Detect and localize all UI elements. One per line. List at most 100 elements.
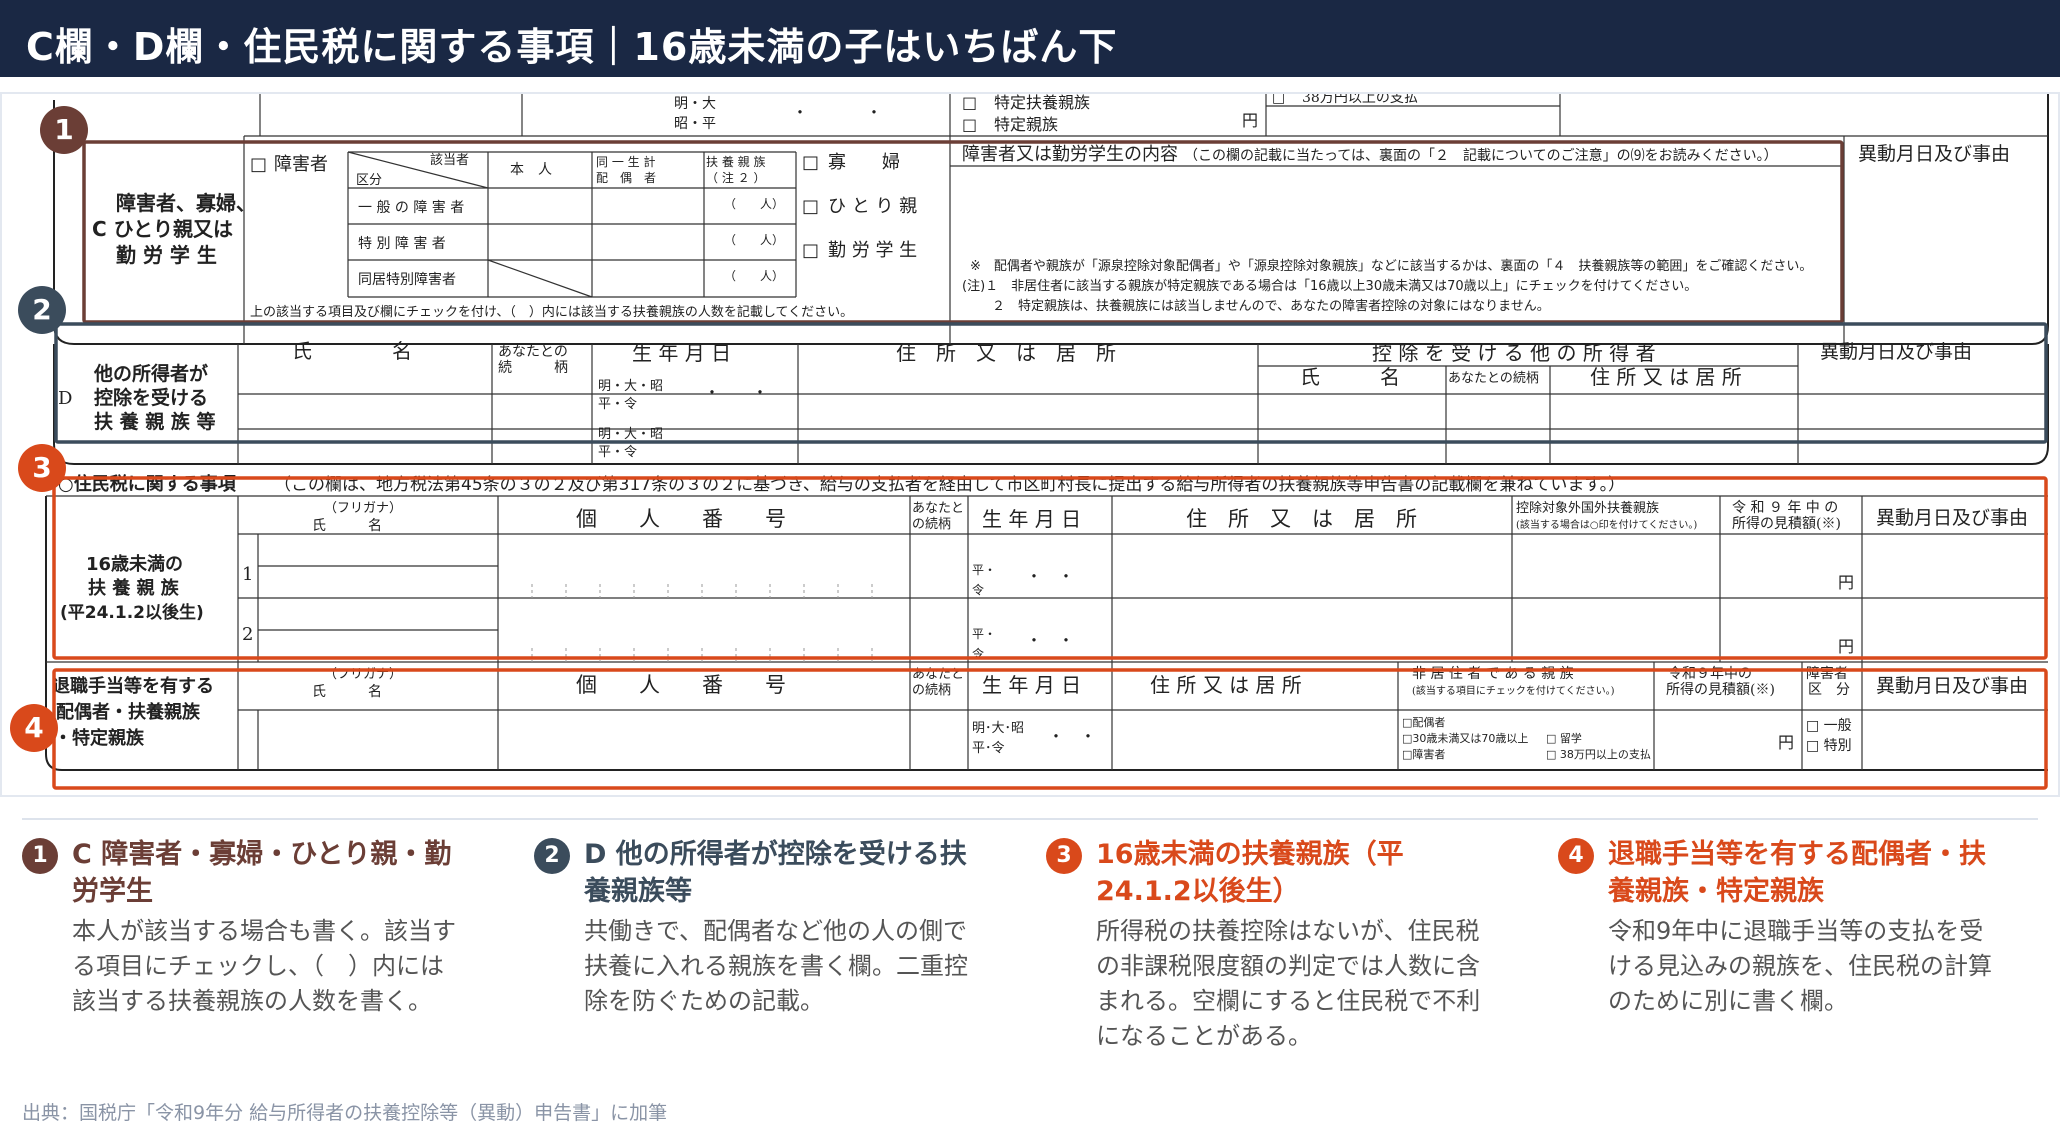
page-title: C欄・D欄・住民税に関する事項｜16歳未満の子はいちばん下 <box>26 25 1118 69</box>
c-check-kinro: 勤 労 学 生 <box>828 240 917 261</box>
note-3-heading: 16歳未満の扶養親族（平24.1.2以後生） <box>1096 839 1404 907</box>
u16-foreign-2: (該当する場合は○印を付けてください。) <box>1516 518 1697 531</box>
u16-yen-2: 円 <box>1838 637 1854 656</box>
d-other-head: 控 除 を 受 け る 他 の 所 得 者 <box>1372 341 1656 365</box>
d-other-rel: あなたとの続柄 <box>1448 371 1539 386</box>
c-check-hitori-box[interactable]: □ <box>802 196 819 217</box>
d-col-rel-1: あなたとの <box>498 344 568 360</box>
d-side-label-2: 控除を受ける <box>94 386 208 409</box>
digit-guides <box>531 584 873 662</box>
d-col-birth: 生 年 月 日 <box>632 341 731 365</box>
ret-era-b: 平･令 <box>972 741 1005 756</box>
u16-era-2a: 平・ <box>972 627 996 641</box>
u16-side-label-3: (平24.1.2以後生) <box>60 602 204 623</box>
u16-income-2: 所得の見積額(※) <box>1732 515 1841 532</box>
d-col-rel-2: 続 柄 <box>498 359 568 376</box>
top-check-3: □ <box>1272 94 1285 106</box>
ret-opt-study[interactable]: □ 留学 <box>1546 731 1582 745</box>
ret-dis-2: 区 分 <box>1808 682 1850 698</box>
c-note-1: (注)１ 非居住者に該当する親族が特定親族である場合は「16歳以上30歳未満又は… <box>962 278 1697 294</box>
c-col-haigu-1: 同 一 生 計 <box>596 154 655 169</box>
c-col-haigu-2: 配 偶 者 <box>596 171 656 185</box>
note-2: 2 D 他の所得者が控除を受ける扶養親族等 共働きで、配偶者など他の人の側で扶養… <box>534 836 974 1019</box>
ret-opt-age[interactable]: □30歳未満又は70歳以上 <box>1402 732 1528 745</box>
c-head-gaito: 該当者 <box>430 152 469 168</box>
note-2-heading: D 他の所得者が控除を受ける扶養親族等 <box>584 839 967 907</box>
ret-ippan[interactable]: □ 一般 <box>1806 718 1852 734</box>
ret-birth: 生 年 月 日 <box>982 673 1081 697</box>
ret-opt-spouse[interactable]: □配偶者 <box>1402 716 1445 729</box>
divider <box>22 818 2038 820</box>
top-tokutei-2: 特定親族 <box>994 115 1058 134</box>
c-note-2: ２ 特定親族は、扶養親族には該当しませんので、あなたの障害者控除の対象にはなりま… <box>992 298 1550 314</box>
d-side-label-1: 他の所得者が <box>93 362 208 385</box>
ret-yen: 円 <box>1778 733 1794 752</box>
u16-foreign-1: 控除対象外国外扶養親族 <box>1516 500 1659 516</box>
note-2-body: 共働きで、配偶者など他の人の側で扶養に入れる親族を書く欄。二重控除を防ぐための記… <box>584 917 968 1015</box>
badge-1: 1 <box>40 106 88 154</box>
note-4-heading: 退職手当等を有する配偶者・扶養親族・特定親族 <box>1608 839 1986 907</box>
d-dots-1: ・ ・ <box>704 383 768 402</box>
c-row-cohabiting: 同居特別障害者 <box>358 272 456 288</box>
c-check-hitori: ひ と り 親 <box>828 196 917 217</box>
u16-income-1: 令 和 ９ 年 中 の <box>1732 500 1838 516</box>
ret-dots: ・ ・ <box>1048 727 1096 746</box>
u16-dots-2: ・ ・ <box>1026 631 1074 650</box>
c-content-head: 障害者又は勤労学生の内容 <box>962 144 1178 165</box>
c-nin-2: （ 人） <box>724 233 784 247</box>
u16-era-1a: 平・ <box>972 563 996 577</box>
ret-income-2: 所得の見積額(※) <box>1666 681 1775 698</box>
ret-kojin: 個 人 番 号 <box>576 673 786 697</box>
u16-rel-1: あなたと <box>912 501 964 516</box>
c-col-fuyo-1: 扶 養 親 族 <box>706 154 765 169</box>
note-1-badge: 1 <box>22 838 58 874</box>
d-col-name: 氏 名 <box>292 339 412 363</box>
source-citation: 出典：国税庁「令和9年分 給与所得者の扶養控除等（異動）申告書」に加筆 <box>22 1102 668 1124</box>
tax-form-svg: 明・大 昭・平 ・ ・ □ 特定扶養親族 □ 特定親族 円 □ 38万円以上の支… <box>45 94 2049 790</box>
d-other-name: 氏 名 <box>1300 365 1400 389</box>
note-3-body: 所得税の扶養控除はないが、住民税の非課税限度額の判定では人数に含まれる。空欄にす… <box>1096 917 1481 1050</box>
c-col-fuyo-2: （ 注 ２ ） <box>706 170 765 185</box>
d-side-label-3: 扶 養 親 族 等 <box>94 410 215 433</box>
ret-opt-payment[interactable]: □ 38万円以上の支払 <box>1546 747 1651 761</box>
c-check-kafu-box[interactable]: □ <box>802 152 819 173</box>
c-side-label-1: 障害者、寡婦、 <box>116 191 256 215</box>
tax-form-image: 明・大 昭・平 ・ ・ □ 特定扶養親族 □ 特定親族 円 □ 38万円以上の支… <box>0 92 2060 797</box>
c-content-note: （この欄の記載に当たっては、裏面の「２ 記載についてのご注意」の⑼をお読みくださ… <box>1184 147 1778 164</box>
note-2-badge: 2 <box>534 838 570 874</box>
ret-tokubetsu[interactable]: □ 特別 <box>1806 738 1852 754</box>
d-era-1b: 平・令 <box>598 397 637 412</box>
u16-birth: 生 年 月 日 <box>982 507 1081 531</box>
u16-row-1: 1 <box>242 564 253 585</box>
u16-addr: 住 所 又 は 居 所 <box>1186 507 1417 531</box>
u16-kojin: 個 人 番 号 <box>576 507 786 531</box>
c-note-star: ※ 配偶者や親族が「源泉控除対象配偶者」や「源泉控除対象親族」などに該当するかは… <box>970 258 1812 274</box>
ret-side-label-3: ・特定親族 <box>54 727 145 749</box>
c-side-label-2: C ひとり親又は <box>92 217 233 241</box>
u16-furigana: （フリガナ） <box>324 501 402 516</box>
c-side-label-3: 勤 労 学 生 <box>116 243 217 267</box>
ret-change: 異動月日及び事由 <box>1876 675 2028 697</box>
d-era-1a: 明・大・昭 <box>598 379 663 394</box>
ret-addr: 住 所 又 は 居 所 <box>1150 673 1302 697</box>
u16-era-1b: 令 <box>972 582 984 597</box>
c-check-kafu: 寡 婦 <box>828 152 900 173</box>
c-check-disabled-box[interactable]: □ <box>250 154 267 175</box>
c-row-special: 特 別 障 害 者 <box>358 236 446 252</box>
c-check-kinro-box[interactable]: □ <box>802 240 819 261</box>
ret-nonres-2: (該当する項目にチェックを付けてください。) <box>1412 684 1615 697</box>
c-change-head: 異動月日及び事由 <box>1858 143 2010 165</box>
d-other-addr: 住 所 又 は 居 所 <box>1590 365 1742 389</box>
d-col-addr: 住 所 又 は 居 所 <box>896 341 1116 365</box>
ret-side-label-1: 退職手当等を有する <box>52 675 214 697</box>
ret-side-label-2: 配偶者・扶養親族 <box>56 701 201 723</box>
c-check-disabled: 障害者 <box>274 154 328 175</box>
title-bar: C欄・D欄・住民税に関する事項｜16歳未満の子はいちばん下 <box>0 0 2060 77</box>
note-1-body: 本人が該当する場合も書く。該当する項目にチェックし、（ ）内には該当する扶養親族… <box>72 917 456 1015</box>
top-partial: 38万円以上の支払 <box>1302 94 1418 106</box>
c-col-honnin: 本 人 <box>510 162 552 178</box>
d-era-2b: 平・令 <box>598 445 637 460</box>
note-3-badge: 3 <box>1046 838 1082 874</box>
ret-opt-disabled[interactable]: □障害者 <box>1402 747 1445 761</box>
u16-rel-2: の続柄 <box>912 517 951 532</box>
